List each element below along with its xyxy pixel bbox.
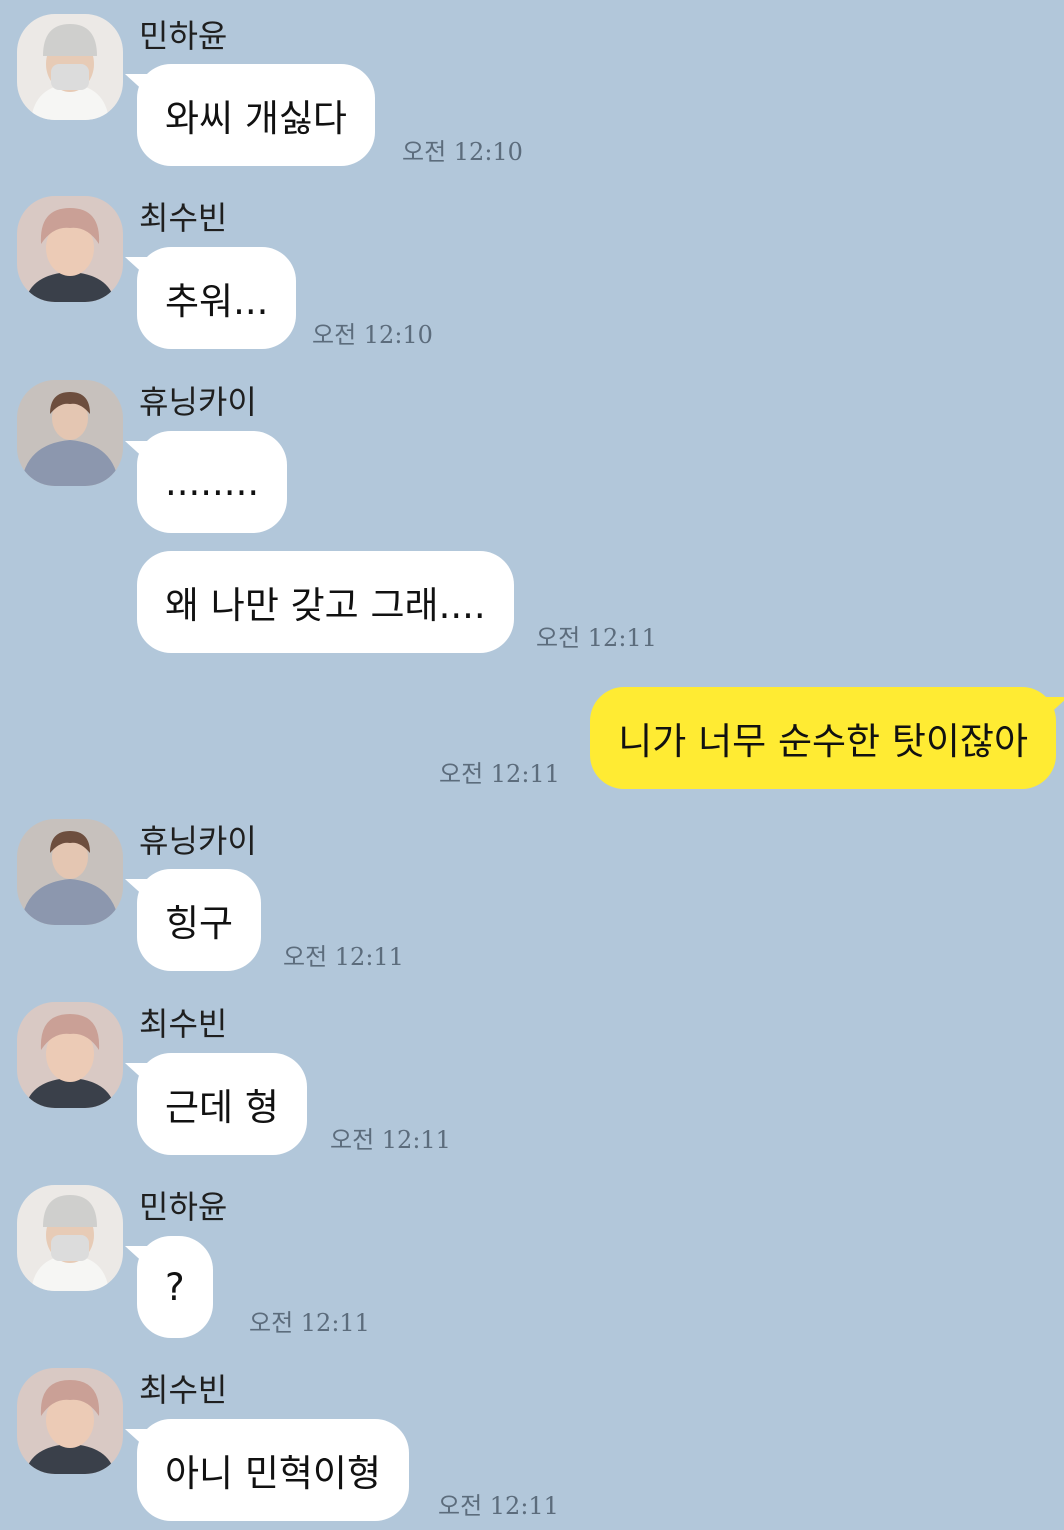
message-bubble[interactable]: 아니 민혁이형 <box>124 1419 410 1521</box>
message-timestamp: 오전 12:11 <box>330 1126 451 1154</box>
avatar-pink-hair-icon <box>17 1368 123 1474</box>
avatar-minhayun[interactable] <box>17 1185 123 1291</box>
sender-name: 휴닝카이 <box>139 383 257 421</box>
sender-name: 최수빈 <box>139 1005 228 1043</box>
avatar-hueningkai[interactable] <box>17 380 123 486</box>
avatar-gray-sweater-icon <box>17 380 123 486</box>
sender-name: 민하윤 <box>139 1188 228 1226</box>
message-timestamp: 오전 12:11 <box>439 760 560 788</box>
message-timestamp: 오전 12:11 <box>249 1309 370 1337</box>
message-bubble[interactable]: ........ <box>124 431 288 533</box>
message-bubble[interactable]: 힝구 <box>124 869 262 971</box>
message-bubble[interactable]: 근데 형 <box>125 1053 307 1155</box>
message-bubble[interactable]: 와씨 개싫다 <box>125 64 375 166</box>
avatar-minhayun[interactable] <box>17 14 123 120</box>
avatar-masked-beanie-icon <box>17 14 123 120</box>
avatar-choisoobin[interactable] <box>17 1002 123 1108</box>
sender-name: 민하윤 <box>139 17 228 55</box>
sender-name: 최수빈 <box>139 1371 228 1409</box>
avatar-choisoobin[interactable] <box>17 1368 123 1474</box>
message-bubble[interactable]: 왜 나만 갖고 그래.... <box>137 551 514 653</box>
message-bubble[interactable]: 추워... <box>124 247 297 349</box>
avatar-pink-hair-icon <box>17 196 123 302</box>
message-timestamp: 오전 12:10 <box>312 321 433 349</box>
message-timestamp: 오전 12:11 <box>438 1492 559 1520</box>
sender-name: 최수빈 <box>139 199 228 237</box>
message-timestamp: 오전 12:10 <box>402 138 523 166</box>
avatar-pink-hair-icon <box>17 1002 123 1108</box>
avatar-hueningkai[interactable] <box>17 819 123 925</box>
outgoing-message-bubble[interactable]: 니가 너무 순수한 탓이잖아 <box>590 687 1064 789</box>
avatar-choisoobin[interactable] <box>17 196 123 302</box>
message-bubble[interactable]: ? <box>125 1236 213 1338</box>
avatar-gray-sweater-icon <box>17 819 123 925</box>
message-timestamp: 오전 12:11 <box>283 943 404 971</box>
avatar-masked-beanie-icon <box>17 1185 123 1291</box>
message-timestamp: 오전 12:11 <box>536 624 657 652</box>
sender-name: 휴닝카이 <box>139 822 257 860</box>
